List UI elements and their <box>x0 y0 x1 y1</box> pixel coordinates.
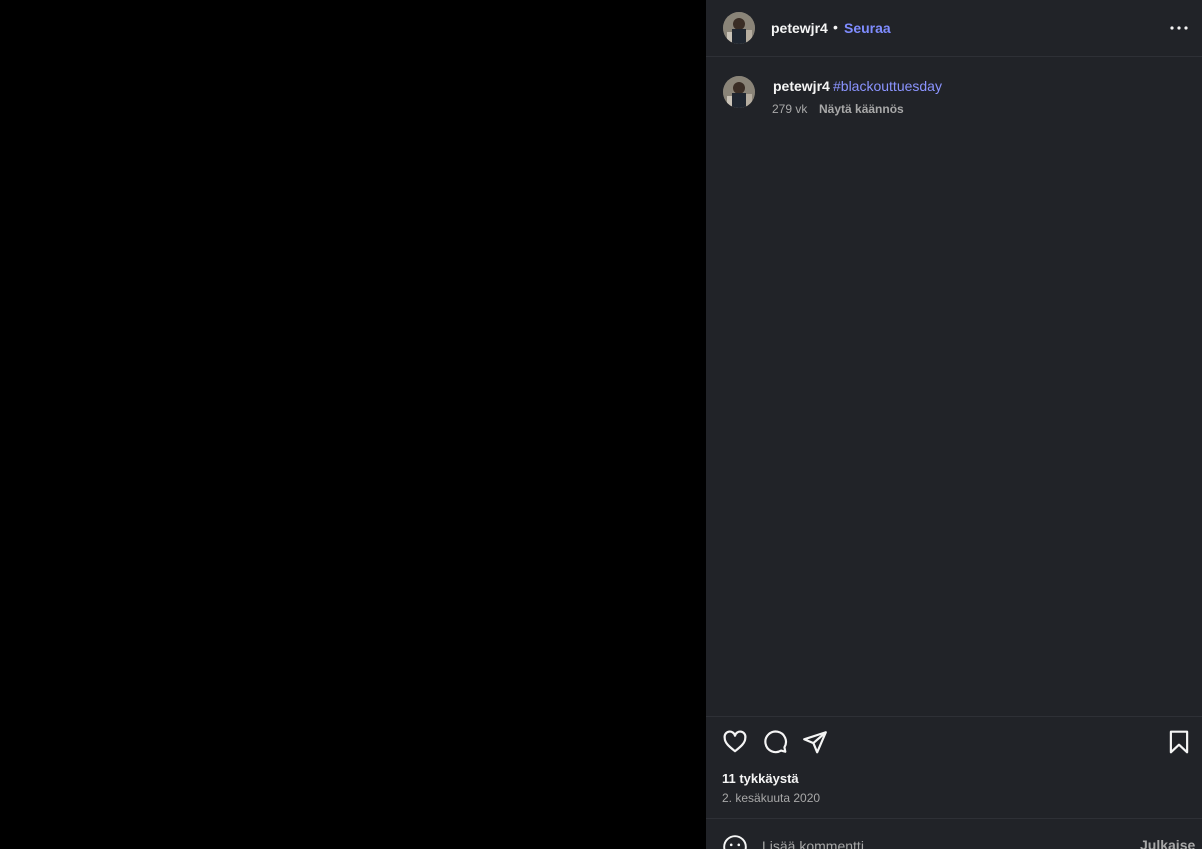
caption-username[interactable]: petewjr4 <box>773 78 830 94</box>
author-username[interactable]: petewjr4 <box>771 20 828 36</box>
caption-timestamp[interactable]: 279 vk <box>772 102 807 116</box>
comment-icon[interactable] <box>762 729 788 755</box>
more-options-icon[interactable] <box>1168 18 1190 38</box>
post-comment-button[interactable]: Julkaise <box>1140 837 1195 849</box>
comment-input[interactable] <box>762 835 1122 849</box>
post-header: petewjr4 • Seuraa <box>706 0 1202 57</box>
author-avatar[interactable] <box>723 12 755 44</box>
comment-form: Julkaise <box>706 818 1202 849</box>
caption-avatar[interactable] <box>723 76 755 108</box>
post-side-panel: petewjr4 • Seuraa petewjr4 #blackouttues… <box>706 0 1202 849</box>
bookmark-icon[interactable] <box>1166 729 1192 755</box>
caption-hashtag[interactable]: #blackouttuesday <box>833 78 942 94</box>
heart-icon[interactable] <box>722 729 748 755</box>
post-image[interactable] <box>0 0 706 849</box>
follow-button[interactable]: Seuraa <box>844 20 891 36</box>
post-dialog: petewjr4 • Seuraa petewjr4 #blackouttues… <box>0 0 1202 849</box>
send-icon[interactable] <box>802 729 828 755</box>
post-date[interactable]: 2. kesäkuuta 2020 <box>722 791 820 805</box>
emoji-icon[interactable] <box>722 834 748 849</box>
post-actions <box>706 716 1202 767</box>
header-separator: • <box>833 19 838 35</box>
see-translation-link[interactable]: Näytä käännös <box>819 102 904 116</box>
likes-count[interactable]: 11 tykkäystä <box>722 771 799 786</box>
